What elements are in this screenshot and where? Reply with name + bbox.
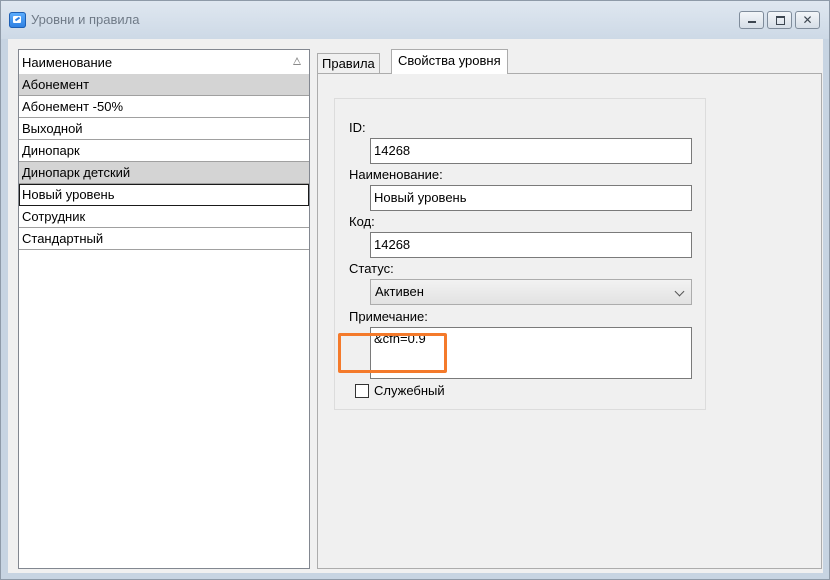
id-field[interactable]: 14268 [370,138,692,164]
service-checkbox[interactable] [355,384,369,398]
app-icon [9,12,26,28]
window-title: Уровни и правила [31,12,140,27]
minimize-button[interactable] [739,11,764,29]
list-item[interactable]: Сотрудник [19,206,309,228]
service-checkbox-label[interactable]: Служебный [374,383,445,398]
column-header-label: Наименование [22,55,113,70]
list-item[interactable]: Стандартный [19,228,309,250]
status-select-value: Активен [375,284,424,299]
id-label: ID: [349,120,366,135]
name-field[interactable]: Новый уровень [370,185,692,211]
list-item[interactable]: Абонемент [19,74,309,96]
properties-group: ID: 14268 Наименование: Новый уровень Ко… [334,98,706,410]
name-label: Наименование: [349,167,443,182]
status-select[interactable]: Активен [370,279,692,305]
note-label: Примечание: [349,309,428,324]
list-rows: Абонемент Абонемент -50% Выходной Динопа… [19,74,309,250]
code-field[interactable]: 14268 [370,232,692,258]
chevron-down-icon [674,286,685,297]
tab-level-properties[interactable]: Свойства уровня [391,49,508,74]
status-label: Статус: [349,261,394,276]
list-item[interactable]: Динопарк детский [19,162,309,184]
close-icon: ✕ [802,13,813,27]
list-item[interactable]: Динопарк [19,140,309,162]
code-label: Код: [349,214,375,229]
list-item[interactable]: Выходной [19,118,309,140]
window: Уровни и правила ✕ Наименование Абонемен… [0,0,830,580]
column-header-name[interactable]: Наименование [19,50,309,75]
tab-page-level-properties: ID: 14268 Наименование: Новый уровень Ко… [317,73,822,569]
list-item-selected[interactable]: Новый уровень [19,184,309,206]
sort-ascending-icon [293,57,301,65]
close-button[interactable]: ✕ [795,11,820,29]
list-item[interactable]: Абонемент -50% [19,96,309,118]
levels-list[interactable]: Наименование Абонемент Абонемент -50% Вы… [18,49,310,569]
maximize-button[interactable] [767,11,792,29]
tab-rules[interactable]: Правила [317,53,380,74]
title-bar[interactable]: Уровни и правила ✕ [1,1,829,39]
client-area: Наименование Абонемент Абонемент -50% Вы… [8,39,823,573]
highlight-annotation [338,333,447,373]
